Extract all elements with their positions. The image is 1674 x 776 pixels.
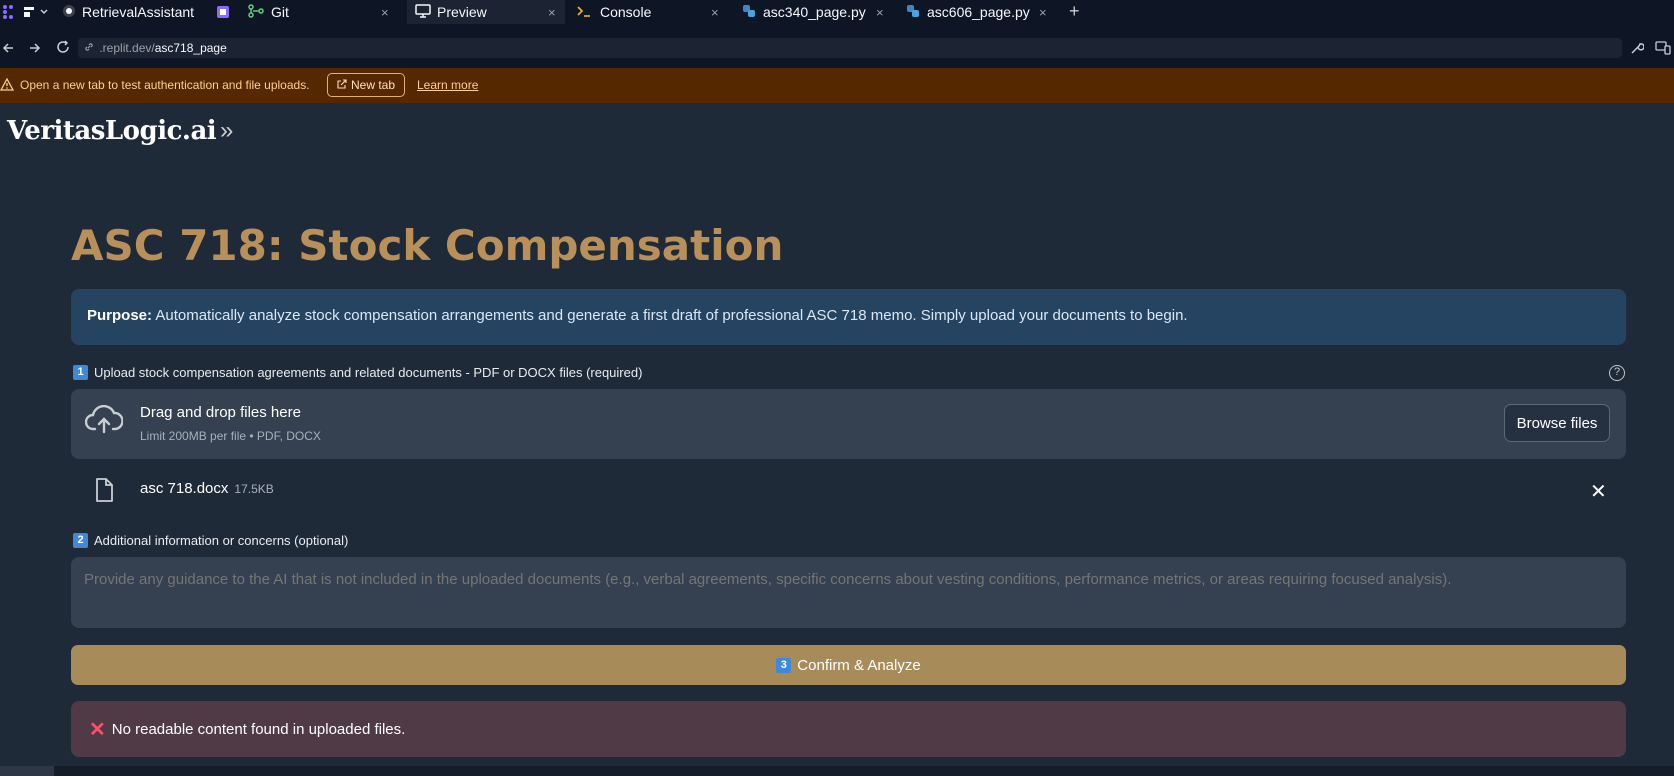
banner-message: Open a new tab to test authentication an… [20, 78, 310, 92]
error-message: No readable content found in uploaded fi… [111, 720, 406, 738]
purpose-text: Automatically analyze stock compensation… [152, 307, 1188, 324]
tab-label: asc340_page.py [763, 4, 866, 20]
devtools-wrench-icon[interactable] [1630, 41, 1645, 60]
close-icon[interactable]: × [1039, 5, 1047, 20]
git-branch-icon [248, 3, 264, 21]
tab-label: asc606_page.py [927, 4, 1030, 20]
warning-banner: Open a new tab to test authentication an… [0, 68, 1674, 103]
tab-console[interactable]: Console × [576, 0, 726, 24]
tab-indicator-icon [216, 5, 230, 24]
url-prefix: .replit.dev/ [99, 41, 155, 55]
url-input[interactable]: .replit.dev/asc718_page [78, 38, 1622, 58]
additional-info-label: 2 Additional information or concerns (op… [73, 533, 348, 548]
additional-info-label-text: Additional information or concerns (opti… [94, 533, 349, 548]
link-icon [84, 41, 97, 55]
terminal-icon [576, 4, 592, 21]
tab-label: Preview [437, 4, 487, 20]
tab-label: RetrievalAssistant [82, 4, 195, 20]
additional-info-textarea[interactable] [71, 557, 1626, 628]
file-name: asc 718.docx 17.5KB [140, 480, 274, 497]
help-icon[interactable]: ? [1609, 365, 1625, 381]
external-link-icon [337, 78, 347, 92]
confirm-analyze-label: Confirm & Analyze [797, 656, 921, 674]
tab-asc606-page[interactable]: asc606_page.py × [906, 0, 1056, 24]
python-icon [742, 4, 756, 21]
device-preview-icon[interactable] [1655, 41, 1671, 60]
learn-more-link[interactable]: Learn more [417, 78, 478, 92]
confirm-analyze-button[interactable]: 3 Confirm & Analyze [71, 645, 1626, 685]
step-one-badge: 1 [73, 365, 88, 380]
monitor-icon [415, 3, 431, 21]
bottom-scroll-strip [0, 766, 1674, 776]
file-dropzone[interactable]: Drag and drop files here Limit 200MB per… [71, 389, 1626, 459]
cloud-upload-icon [84, 404, 124, 440]
dropzone-title: Drag and drop files here [140, 404, 301, 421]
refresh-icon[interactable] [56, 40, 70, 59]
back-arrow-icon[interactable] [2, 41, 14, 59]
tab-label: Git [271, 4, 289, 20]
page-title: ASC 718: Stock Compensation [71, 221, 784, 270]
close-icon[interactable]: × [876, 5, 884, 20]
purpose-label: Purpose: [87, 307, 153, 324]
layout-menu-icon[interactable] [23, 5, 49, 24]
replit-logo-icon[interactable] [2, 4, 14, 25]
replit-repl-icon [62, 4, 76, 21]
error-alert: ✕ No readable content found in uploaded … [71, 701, 1626, 757]
step-three-badge: 3 [776, 657, 792, 673]
tab-retrievalassistant[interactable]: RetrievalAssistant [62, 0, 228, 24]
tab-label: Console [600, 4, 652, 20]
tab-bar: RetrievalAssistant Git × Preview × Conso… [0, 0, 1674, 24]
brand-logo: VeritasLogic.ai [7, 116, 217, 146]
new-tab-button[interactable]: + [1069, 1, 1080, 22]
browse-files-button[interactable]: Browse files [1504, 404, 1610, 442]
file-icon [95, 478, 113, 507]
dropzone-limits: Limit 200MB per file • PDF, DOCX [140, 429, 321, 443]
forward-arrow-icon[interactable] [29, 41, 41, 59]
error-x-icon: ✕ [89, 718, 106, 741]
warning-icon [0, 77, 15, 94]
scrollbar-thumb[interactable] [0, 766, 54, 776]
purpose-info-box: Purpose: Automatically analyze stock com… [71, 289, 1626, 345]
tab-preview[interactable]: Preview × [407, 0, 565, 24]
url-path: asc718_page [154, 41, 227, 55]
expand-sidebar-button[interactable]: » [220, 117, 233, 145]
upload-label: 1 Upload stock compensation agreements a… [73, 365, 642, 380]
file-name-text: asc 718.docx [140, 480, 229, 497]
close-icon[interactable]: × [381, 5, 389, 20]
python-icon [906, 4, 920, 21]
new-tab-button[interactable]: New tab [327, 73, 405, 97]
step-two-badge: 2 [73, 533, 88, 548]
remove-file-button[interactable]: ✕ [1590, 479, 1607, 504]
tab-asc340-page[interactable]: asc340_page.py × [742, 0, 892, 24]
tab-git[interactable]: Git × [248, 0, 398, 24]
close-icon[interactable]: × [711, 5, 719, 20]
new-tab-label: New tab [350, 78, 396, 92]
file-size: 17.5KB [234, 482, 274, 496]
url-bar: .replit.dev/asc718_page [0, 34, 1674, 66]
app-main: VeritasLogic.ai » ⋮ ASC 718: Stock Compe… [0, 103, 1674, 776]
uploaded-file-row: asc 718.docx 17.5KB ✕ [71, 469, 1626, 519]
upload-label-text: Upload stock compensation agreements and… [94, 365, 643, 380]
close-icon[interactable]: × [548, 5, 556, 20]
main-menu-icon[interactable]: ⋮ [1667, 123, 1674, 144]
